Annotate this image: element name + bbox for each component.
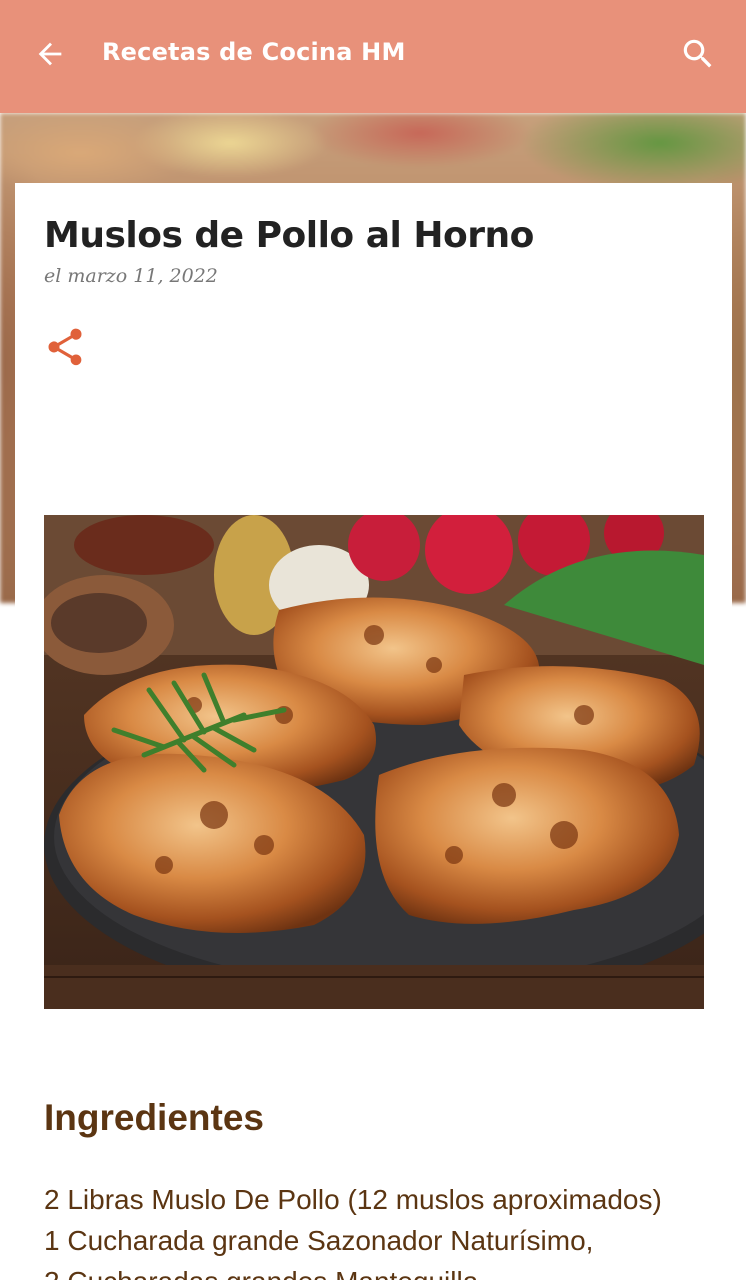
search-button[interactable] xyxy=(676,32,720,76)
share-button[interactable] xyxy=(43,325,87,369)
chicken-thighs-photo xyxy=(44,515,704,1009)
ingredient-item: 2 Cucharadas grandes Mantequilla xyxy=(44,1261,662,1280)
ingredients-list: 2 Libras Muslo De Pollo (12 muslos aprox… xyxy=(44,1179,662,1280)
post-title: Muslos de Pollo al Horno xyxy=(44,215,534,256)
app-bar: Recetas de Cocina HM xyxy=(0,0,746,113)
search-icon xyxy=(683,39,712,68)
ingredients-heading: Ingredientes xyxy=(44,1097,264,1138)
post-date: el marzo 11, 2022 xyxy=(44,265,218,287)
app-title: Recetas de Cocina HM xyxy=(102,38,406,66)
ingredient-item: 2 Libras Muslo De Pollo (12 muslos aprox… xyxy=(44,1184,662,1215)
ingredient-item: 1 Cucharada grande Sazonador Naturísimo, xyxy=(44,1225,594,1256)
arrow-left-icon xyxy=(38,42,62,66)
post-card: Muslos de Pollo al Horno el marzo 11, 20… xyxy=(15,183,732,1280)
recipe-photo xyxy=(44,515,704,1009)
share-icon xyxy=(48,328,82,366)
back-button[interactable] xyxy=(28,32,72,76)
